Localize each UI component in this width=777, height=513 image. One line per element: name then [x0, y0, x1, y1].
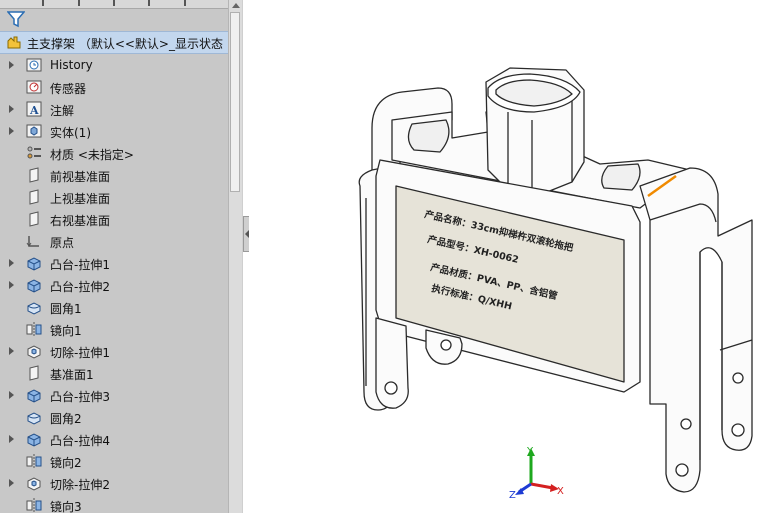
tree-item-cut-extrude2[interactable]: 切除-拉伸2	[0, 472, 228, 494]
part-model-render[interactable]: 产品名称：33cm抑梯杵双滚轮拖把 产品型号：XH-0062 产品材质：PVA、…	[249, 0, 777, 513]
sensor-icon	[26, 80, 42, 94]
origin-icon	[26, 236, 39, 247]
tree-item-boss-extrude1[interactable]: 凸台-拉伸1	[0, 252, 228, 274]
tree-item-label: 传感器	[50, 82, 87, 96]
scroll-up-arrow-icon[interactable]	[232, 3, 240, 8]
history-icon	[26, 58, 42, 72]
axis-y-label: Y	[526, 446, 534, 457]
expand-arrow-icon[interactable]	[9, 259, 14, 267]
scrollbar-thumb[interactable]	[230, 12, 240, 192]
tree-item-top-plane[interactable]: 上视基准面	[0, 186, 228, 208]
tree-item-cut-extrude1[interactable]: 切除-拉伸1	[0, 340, 228, 362]
tree-item-label: 基准面1	[50, 368, 94, 382]
tree-item-mirror2[interactable]: 镜向2	[0, 450, 228, 472]
tree-item-fillet2[interactable]: 圆角2	[0, 406, 228, 428]
tree-item-boss-extrude2[interactable]: 凸台-拉伸2	[0, 274, 228, 296]
boss-extrude-icon	[27, 279, 41, 293]
tree-item-label: 切除-拉伸2	[50, 478, 110, 492]
tree-item-fillet1[interactable]: 圆角1	[0, 296, 228, 318]
expand-arrow-icon[interactable]	[9, 391, 14, 399]
boss-extrude-icon	[27, 389, 41, 403]
tree-filter-row	[0, 8, 228, 30]
tree-item-label: 圆角1	[50, 302, 82, 316]
tree-item-label: History	[50, 58, 93, 72]
plane-icon	[29, 189, 39, 205]
material-icon	[27, 146, 41, 159]
tree-item-label: 圆角2	[50, 412, 82, 426]
tree-scrollbar[interactable]	[228, 0, 242, 513]
tree-item-label: 凸台-拉伸2	[50, 280, 110, 294]
boss-extrude-icon	[27, 257, 41, 271]
plane-icon	[29, 365, 39, 381]
axis-triad-icon: Y X Z	[509, 446, 564, 500]
tree-item-origin[interactable]: 原点	[0, 230, 228, 252]
mirror-icon	[26, 454, 42, 468]
panel-splitter[interactable]	[242, 0, 249, 513]
tree-item-label: 镜向2	[50, 456, 82, 470]
root-part-label: 主支撑架 （默认<<默认>_显示状态 1	[27, 37, 235, 51]
tree-item-label: 材质 <未指定>	[50, 148, 134, 162]
tree-item-label: 前视基准面	[50, 170, 111, 184]
tree-item-label: 实体(1)	[50, 126, 91, 140]
tree-item-label: 右视基准面	[50, 214, 111, 228]
part-icon	[7, 36, 21, 49]
axis-x-label: X	[557, 486, 564, 497]
expand-arrow-icon[interactable]	[9, 281, 14, 289]
cut-extrude-icon	[27, 477, 41, 491]
tree-item-annotations[interactable]: A 注解	[0, 98, 228, 120]
feature-manager-tree: 主支撑架 （默认<<默认>_显示状态 1 History 传感器 A 注解 实体…	[0, 0, 242, 513]
annotation-icon: A	[26, 101, 42, 117]
solid-bodies-icon	[26, 124, 42, 138]
tree-item-label: 凸台-拉伸4	[50, 434, 110, 448]
tree-item-mirror1[interactable]: 镜向1	[0, 318, 228, 340]
mirror-icon	[26, 498, 42, 512]
expand-arrow-icon[interactable]	[9, 435, 14, 443]
tree-item-plane1[interactable]: 基准面1	[0, 362, 228, 384]
plane-icon	[29, 211, 39, 227]
graphics-viewport[interactable]: 产品名称：33cm抑梯杵双滚轮拖把 产品型号：XH-0062 产品材质：PVA、…	[249, 0, 777, 513]
tree-item-material[interactable]: 材质 <未指定>	[0, 142, 228, 164]
fillet-icon	[27, 302, 41, 315]
axis-z-label: Z	[509, 490, 516, 500]
expand-arrow-icon[interactable]	[9, 127, 14, 135]
expand-arrow-icon[interactable]	[9, 479, 14, 487]
tree-item-label: 镜向1	[50, 324, 82, 338]
plane-icon	[29, 167, 39, 183]
expand-arrow-icon[interactable]	[9, 105, 14, 113]
tree-item-label: 原点	[50, 236, 75, 250]
boss-extrude-icon	[27, 433, 41, 447]
expand-arrow-icon[interactable]	[9, 61, 14, 69]
svg-text:A: A	[29, 104, 39, 117]
tree-item-label: 切除-拉伸1	[50, 346, 110, 360]
cut-extrude-icon	[27, 345, 41, 359]
tree-item-label: 镜向3	[50, 500, 82, 513]
tree-item-label: 注解	[50, 104, 75, 118]
tree-item-right-plane[interactable]: 右视基准面	[0, 208, 228, 230]
fillet-icon	[27, 412, 41, 425]
tree-item-sensors[interactable]: 传感器	[0, 76, 228, 98]
tree-item-label: 上视基准面	[50, 192, 111, 206]
tree-root-part[interactable]: 主支撑架 （默认<<默认>_显示状态 1	[0, 31, 234, 54]
tree-item-history[interactable]: History	[0, 54, 228, 76]
tree-item-solid-bodies[interactable]: 实体(1)	[0, 120, 228, 142]
tree-item-label: 凸台-拉伸3	[50, 390, 110, 404]
filter-icon[interactable]	[7, 10, 25, 28]
mirror-icon	[26, 322, 42, 336]
tree-item-mirror3[interactable]: 镜向3	[0, 494, 228, 513]
tree-item-label: 凸台-拉伸1	[50, 258, 110, 272]
expand-arrow-icon[interactable]	[9, 347, 14, 355]
tree-item-boss-extrude3[interactable]: 凸台-拉伸3	[0, 384, 228, 406]
tree-item-boss-extrude4[interactable]: 凸台-拉伸4	[0, 428, 228, 450]
tree-item-front-plane[interactable]: 前视基准面	[0, 164, 228, 186]
